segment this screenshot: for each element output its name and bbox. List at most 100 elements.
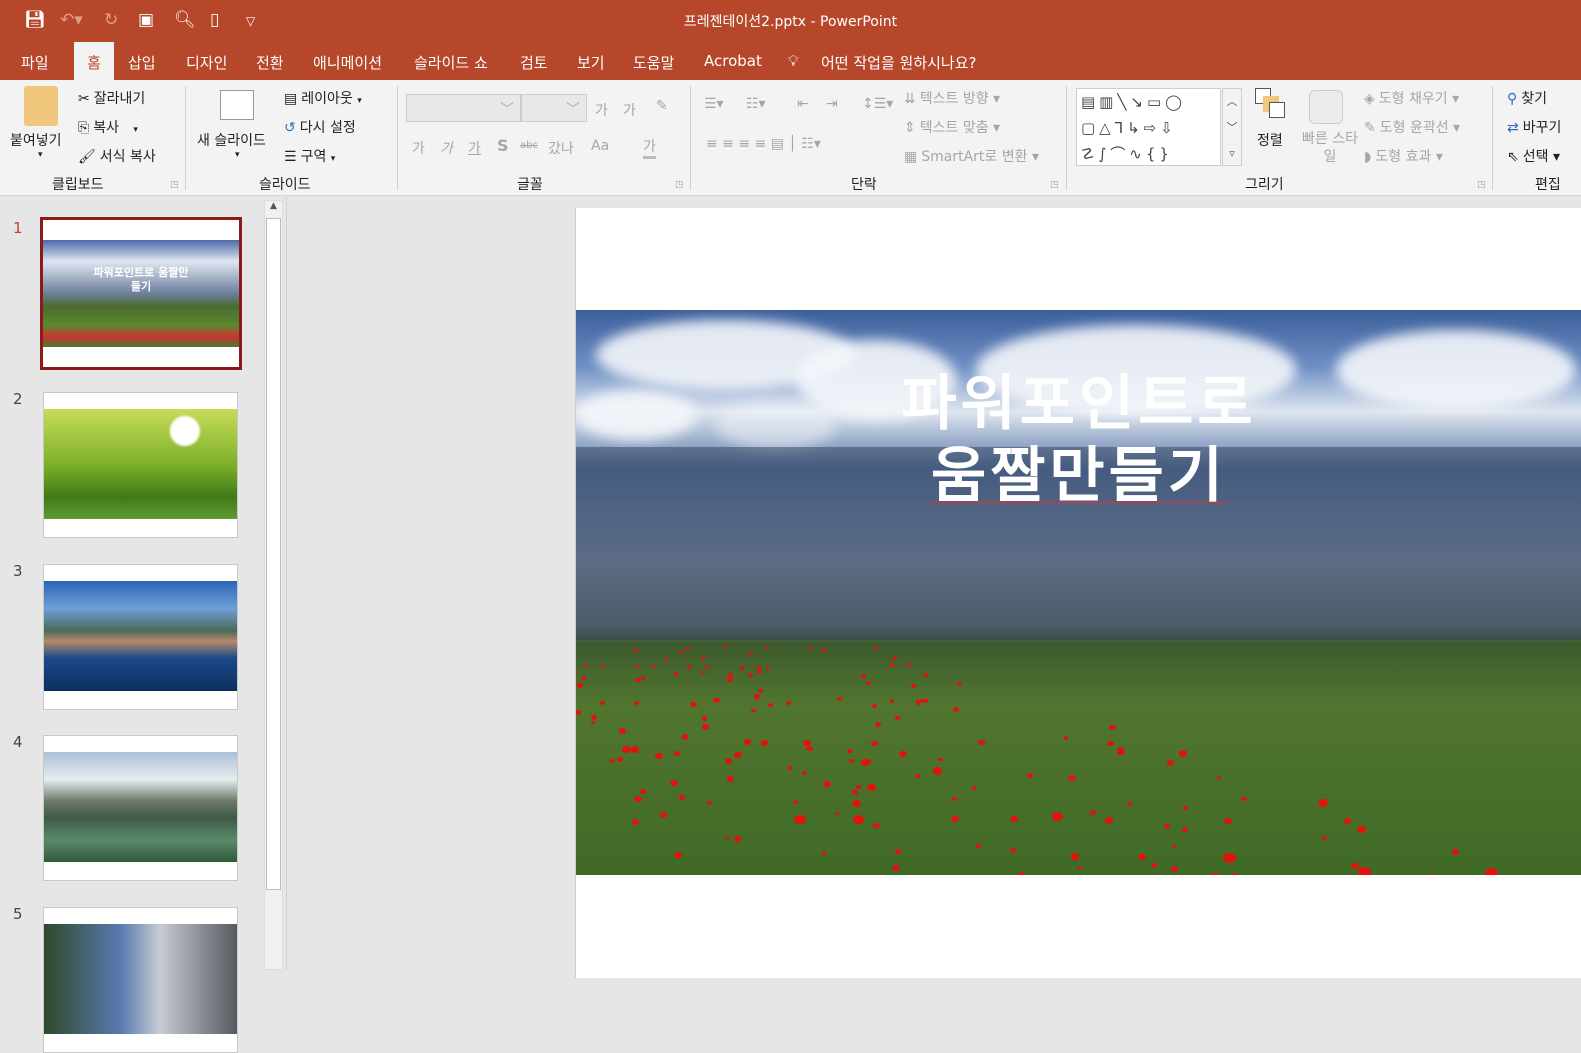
slide-thumbnail-4[interactable] (43, 735, 238, 881)
change-case-button[interactable]: Aa (591, 138, 609, 154)
poppy-flower (852, 790, 858, 795)
shapes-gallery[interactable]: ▤▥╲↘▭◯▢△⅂↳⇨⇩☡∫⌒∿{} (1076, 88, 1221, 166)
shrink-font-button[interactable]: 가 (623, 100, 636, 120)
reset-button[interactable]: ↺다시 설정 (284, 117, 356, 137)
lightbulb-icon: 💡︎ (788, 52, 799, 70)
bold-button[interactable]: 가 (412, 138, 425, 158)
shape-effects-button[interactable]: ◗도형 효과 ▾ (1364, 146, 1443, 166)
poppy-flower (622, 746, 630, 753)
tab-review[interactable]: 검토 (520, 52, 548, 73)
slide-title[interactable]: 파워포인트로 움짤만들기 (576, 368, 1581, 512)
tab-home[interactable]: 홈 (74, 42, 114, 80)
select-button[interactable]: ⇖선택 ▾ (1507, 146, 1560, 166)
grow-font-button[interactable]: 가 (595, 100, 608, 120)
poppy-flower (890, 699, 894, 703)
poppy-flower (856, 785, 861, 789)
new-slide-button[interactable]: 새 슬라이드 (197, 130, 266, 150)
divider (690, 86, 691, 190)
slide-thumbnail-2[interactable] (43, 392, 238, 538)
thumbnail-scrollbar[interactable]: ▲ (264, 200, 283, 970)
italic-button[interactable]: 가 (440, 138, 453, 158)
shape-fill-button[interactable]: ◈도형 채우기 ▾ (1364, 88, 1459, 108)
line-spacing-button[interactable]: ↕☰▾ (862, 96, 893, 112)
scroll-up-icon[interactable]: ▲ (265, 201, 282, 211)
section-button[interactable]: ☰구역 ▾ (284, 146, 335, 166)
poppy-flower (634, 701, 639, 705)
paste-dropdown-icon[interactable]: ▾ (38, 150, 43, 160)
poppy-flower (727, 776, 734, 782)
tab-file[interactable]: 파일 (21, 52, 49, 73)
poppy-flower (1107, 741, 1113, 746)
poppy-flower (806, 746, 812, 751)
tab-insert[interactable]: 삽입 (128, 52, 156, 73)
slide-thumbnail-5[interactable] (43, 907, 238, 1053)
poppy-flower (1167, 760, 1175, 766)
layout-icon: ▤ (284, 91, 297, 107)
shadow-button[interactable]: S (497, 136, 509, 155)
tab-acrobat[interactable]: Acrobat (704, 52, 762, 70)
tab-design[interactable]: 디자인 (186, 52, 227, 73)
font-color-button[interactable]: 가 (643, 136, 656, 159)
poppy-flower (1052, 812, 1063, 821)
new-slide-dropdown-icon[interactable]: ▾ (235, 150, 240, 160)
drawing-launcher-icon[interactable]: ◳ (1477, 180, 1486, 190)
underline-button[interactable]: 가 (468, 138, 481, 158)
poppy-flower (1027, 773, 1033, 778)
poppy-flower (761, 740, 769, 746)
font-size-dropdown[interactable]: ﹀ (521, 94, 587, 122)
clear-formatting-icon[interactable]: ✎ (656, 98, 668, 114)
increase-indent-button[interactable]: ⇥ (826, 96, 838, 112)
slide-canvas[interactable]: 파워포인트로 움짤만들기 (575, 208, 1581, 978)
slide-thumbnail-panel: 1 파워포인트로 움짤만들기 2 3 4 5 (0, 197, 287, 970)
smartart-label: SmartArt로 변환 (921, 149, 1027, 165)
decrease-indent-button[interactable]: ⇤ (797, 96, 809, 112)
slide-number: 4 (13, 733, 23, 751)
poppy-flower (600, 701, 605, 705)
text-direction-button[interactable]: ⇊텍스트 방향 ▾ (904, 88, 1000, 108)
strikethrough-button[interactable]: abc (520, 140, 538, 151)
align-buttons[interactable]: ≡ ≡ ≡ ≡ ▤ │ ☷▾ (706, 136, 821, 152)
poppy-flower (633, 649, 637, 652)
char-spacing-button[interactable]: 갔나 (548, 138, 574, 158)
clipboard-launcher-icon[interactable]: ◳ (170, 180, 179, 190)
tab-transitions[interactable]: 전환 (256, 52, 284, 73)
poppy-flower (655, 753, 663, 759)
poppy-flower (1071, 853, 1079, 859)
poppy-flower (664, 658, 668, 661)
shapes-scroll[interactable]: ︿﹀▿ (1222, 88, 1242, 166)
arrange-button[interactable]: 정렬 (1257, 130, 1283, 150)
poppy-flower (873, 823, 880, 828)
font-launcher-icon[interactable]: ◳ (675, 180, 684, 190)
layout-button[interactable]: ▤레이아웃 ▾ (284, 88, 362, 108)
cut-button[interactable]: ✂잘라내기 (78, 88, 145, 108)
bullets-button[interactable]: ☰▾ (704, 96, 724, 112)
paste-button[interactable]: 붙여넣기 (10, 130, 62, 150)
poppy-flower (679, 651, 683, 654)
poppy-flower (1322, 836, 1327, 840)
tab-slideshow[interactable]: 슬라이드 쇼 (414, 52, 488, 73)
poppy-flower (1358, 867, 1371, 875)
font-name-dropdown[interactable]: ﹀ (406, 94, 521, 122)
slide-thumbnail-3[interactable] (43, 564, 238, 710)
paragraph-launcher-icon[interactable]: ◳ (1050, 180, 1059, 190)
poppy-flower (766, 666, 770, 669)
numbering-button[interactable]: ☷▾ (746, 96, 766, 112)
quick-styles-button[interactable]: 빠른 스타일 (1300, 130, 1360, 166)
tell-me-search[interactable]: 어떤 작업을 원하시나요? (821, 52, 977, 73)
poppy-flower (916, 700, 922, 704)
shape-outline-button[interactable]: ✎도형 윤곽선 ▾ (1364, 117, 1460, 137)
smartart-button[interactable]: ▦SmartArt로 변환 ▾ (904, 146, 1039, 166)
tab-view[interactable]: 보기 (577, 52, 605, 73)
tab-animations[interactable]: 애니메이션 (313, 52, 382, 73)
replace-button[interactable]: ⇄바꾸기 (1507, 117, 1561, 137)
copy-button[interactable]: ⎘복사 ▾ (78, 117, 138, 137)
poppy-flower (1068, 775, 1076, 781)
slide-thumbnail-1[interactable]: 파워포인트로 움짤만들기 (40, 217, 242, 370)
tab-help[interactable]: 도움말 (633, 52, 674, 73)
poppy-flower (635, 665, 639, 669)
format-painter-button[interactable]: 🖌︎서식 복사 (78, 146, 156, 166)
scrollbar-thumb[interactable] (266, 218, 281, 890)
find-button[interactable]: ⚲찾기 (1507, 88, 1547, 108)
align-text-button[interactable]: ⇕텍스트 맞춤 ▾ (904, 117, 1000, 137)
poppy-flower (707, 801, 712, 805)
